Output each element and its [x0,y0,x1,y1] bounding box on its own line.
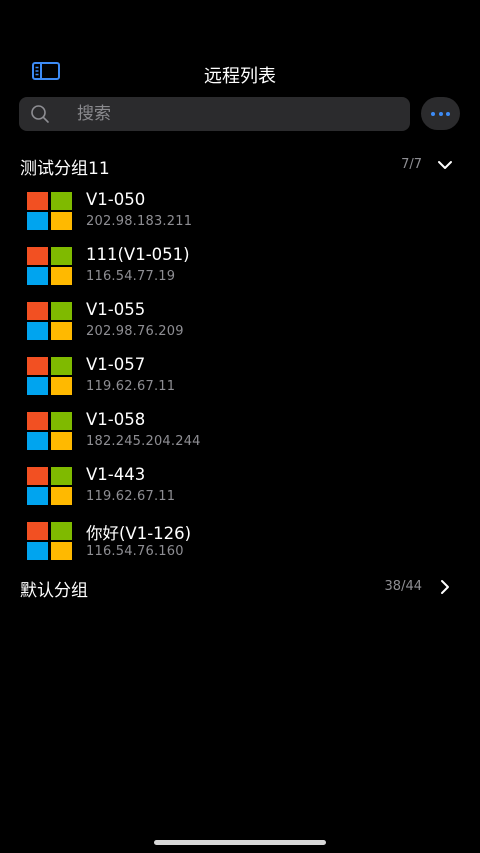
chevron-down-icon[interactable] [436,157,454,173]
windows-icon [27,302,72,340]
server-ip: 119.62.67.11 [86,489,176,504]
search-input[interactable] [77,97,397,131]
server-name: V1-057 [86,355,146,374]
list-item[interactable]: V1-055 202.98.76.209 [0,297,480,352]
server-ip: 182.245.204.244 [86,434,201,449]
server-name: 111(V1-051) [86,245,190,264]
group-header-test-11[interactable]: 测试分组11 7/7 [0,150,480,180]
list-item[interactable]: V1-057 119.62.67.11 [0,352,480,407]
windows-icon [27,357,72,395]
chevron-right-icon[interactable] [436,579,454,595]
server-name: 你好(V1-126) [86,524,192,543]
windows-icon [27,247,72,285]
server-list: V1-050 202.98.183.211 111(V1-051) 116.54… [0,187,480,572]
group-header-default[interactable]: 默认分组 38/44 [0,572,480,602]
server-name: V1-050 [86,190,146,209]
windows-icon [27,467,72,505]
navigation-bar: 远程列表 [0,50,480,94]
windows-icon [27,412,72,450]
server-ip: 202.98.183.211 [86,214,193,229]
group-name: 默认分组 [20,581,88,601]
windows-icon [27,192,72,230]
home-indicator[interactable] [154,840,326,845]
group-count: 38/44 [384,579,422,594]
server-name: V1-443 [86,465,146,484]
server-name: V1-055 [86,300,146,319]
page-title: 远程列表 [204,66,276,87]
server-ip: 116.54.76.160 [86,544,184,559]
list-item[interactable]: V1-058 182.245.204.244 [0,407,480,462]
search-bar[interactable] [19,97,410,131]
server-ip: 116.54.77.19 [86,269,176,284]
group-count: 7/7 [401,157,422,172]
server-ip: 119.62.67.11 [86,379,176,394]
search-icon [30,104,50,124]
list-item[interactable]: 111(V1-051) 116.54.77.19 [0,242,480,297]
list-item[interactable]: 你好(V1-126) 116.54.76.160 [0,517,480,572]
list-item[interactable]: V1-443 119.62.67.11 [0,462,480,517]
group-name: 测试分组11 [20,159,110,179]
server-name: V1-058 [86,410,146,429]
windows-icon [27,522,72,560]
more-options-button[interactable] [421,97,460,130]
server-ip: 202.98.76.209 [86,324,184,339]
list-item[interactable]: V1-050 202.98.183.211 [0,187,480,242]
